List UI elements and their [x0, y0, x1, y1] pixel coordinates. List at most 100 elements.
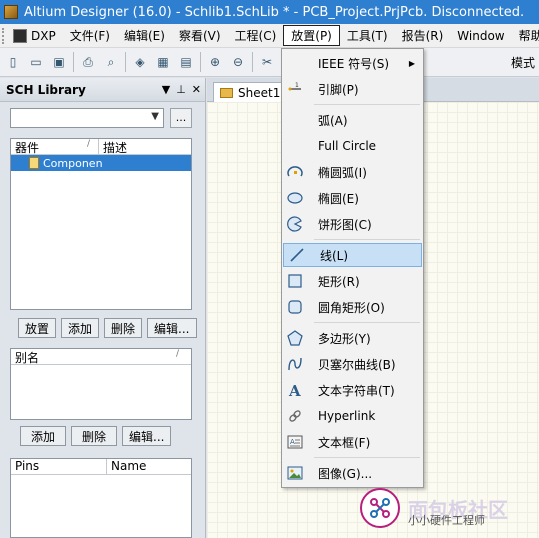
title-bar: Altium Designer (16.0) - Schlib1.SchLib … — [0, 0, 539, 24]
panel-title: SCH Library — [6, 82, 86, 97]
svg-text:A: A — [288, 382, 301, 398]
menubar-grip[interactable] — [2, 27, 4, 44]
submenu-arrow-icon: ▶ — [408, 58, 415, 68]
component-3d-icon[interactable]: ◈ — [131, 53, 149, 71]
open-folder-icon[interactable]: ▭ — [27, 53, 45, 71]
component-list[interactable]: 器件 / 描述 Componen — [10, 138, 192, 310]
menu-item-line[interactable]: 线(L) — [283, 243, 422, 267]
watermark-account: 小小硬件工程师 — [408, 514, 485, 527]
toolbar-separator — [73, 52, 74, 72]
window-title: Altium Designer (16.0) - Schlib1.SchLib … — [24, 4, 525, 20]
cut-icon[interactable]: ✂ — [258, 53, 276, 71]
panel-header: SCH Library ▼ ⊥ ✕ — [0, 78, 205, 102]
elliptical-arc-icon — [286, 163, 304, 181]
pin-panel-icon[interactable]: ⊥ — [176, 83, 186, 96]
new-document-icon[interactable]: ▯ — [4, 53, 22, 71]
menu-dxp[interactable]: DXP — [6, 25, 63, 46]
library-icon[interactable]: ▦ — [154, 53, 172, 71]
menu-item-pie[interactable]: 饼形图(C) — [282, 212, 423, 236]
menu-item-full-circle[interactable]: Full Circle — [282, 134, 423, 158]
toolbar-separator — [252, 52, 253, 72]
place-button[interactable]: 放置 — [18, 318, 57, 338]
place-menu: IEEE 符号(S) ▶ 1 引脚(P) 弧(A) Full Circle 椭圆… — [281, 48, 424, 488]
toolbar-separator — [200, 52, 201, 72]
delete-button[interactable]: 删除 — [104, 318, 143, 338]
menu-separator — [314, 457, 420, 458]
menu-item-arc[interactable]: 弧(A) — [282, 108, 423, 132]
round-rectangle-icon — [286, 298, 304, 316]
hyperlink-icon — [286, 407, 304, 425]
menu-item-bezier[interactable]: 贝塞尔曲线(B) — [282, 352, 423, 376]
add-button[interactable]: 添加 — [61, 318, 100, 338]
menu-item-text-frame[interactable]: A 文本框(F) — [282, 430, 423, 454]
panel-menu-icon[interactable]: ▼ — [162, 83, 170, 96]
column-alias[interactable]: 别名 / — [11, 349, 187, 365]
sort-icon: / — [175, 349, 179, 359]
component-buttons: 放置 添加 删除 编辑... — [18, 318, 197, 338]
pin-icon: 1 — [286, 80, 304, 98]
menu-tools[interactable]: 工具(T) — [340, 25, 395, 46]
menu-item-ieee-symbols[interactable]: IEEE 符号(S) ▶ — [282, 51, 423, 75]
component-list-header: 器件 / 描述 — [11, 139, 191, 155]
zoom-out-icon[interactable]: ⊖ — [229, 53, 247, 71]
menu-item-ellipse[interactable]: 椭圆(E) — [282, 186, 423, 210]
menu-separator — [314, 104, 420, 105]
alias-list[interactable]: 别名 / — [10, 348, 192, 420]
main-toolbar: ▯ ▭ ▣ ⎙ ⌕ ◈ ▦ ▤ ⊕ ⊖ ✂ 模式 — [0, 48, 539, 77]
image-icon — [286, 464, 304, 482]
browse-button[interactable]: ... — [170, 108, 192, 128]
alias-edit-button[interactable]: 编辑... — [122, 426, 172, 446]
column-description[interactable]: 描述 — [99, 139, 127, 155]
menu-item-round-rectangle[interactable]: 圆角矩形(O) — [282, 295, 423, 319]
svg-text:1: 1 — [295, 82, 299, 89]
menu-item-hyperlink[interactable]: Hyperlink — [282, 404, 423, 428]
edit-button[interactable]: 编辑... — [147, 318, 197, 338]
menu-separator — [314, 239, 420, 240]
text-icon: A — [286, 381, 304, 399]
close-panel-icon[interactable]: ✕ — [192, 83, 201, 96]
pcb-icon[interactable]: ▤ — [177, 53, 195, 71]
menu-project[interactable]: 工程(C) — [228, 25, 284, 46]
watermark-logo-icon — [360, 488, 400, 528]
column-component[interactable]: 器件 / — [11, 139, 99, 155]
column-name[interactable]: Name — [107, 459, 146, 474]
print-preview-icon[interactable]: ⌕ — [102, 53, 120, 71]
zoom-in-icon[interactable]: ⊕ — [206, 53, 224, 71]
ellipse-icon — [286, 189, 304, 207]
menu-view[interactable]: 察看(V) — [172, 25, 228, 46]
line-icon — [288, 246, 306, 264]
component-row[interactable]: Componen — [11, 155, 191, 171]
bezier-icon — [286, 355, 304, 373]
rectangle-icon — [286, 272, 304, 290]
menu-help[interactable]: 帮助 — [512, 25, 539, 46]
menu-item-elliptical-arc[interactable]: 椭圆弧(I) — [282, 160, 423, 184]
chevron-down-icon[interactable]: ▼ — [151, 111, 159, 122]
pie-icon — [286, 215, 304, 233]
menu-window[interactable]: Window — [450, 25, 511, 46]
pins-list[interactable]: Pins Name — [10, 458, 192, 538]
menu-item-pin[interactable]: 1 引脚(P) — [282, 77, 423, 101]
sch-library-panel: SCH Library ▼ ⊥ ✕ ▼ ... 器件 / 描述 Componen … — [0, 78, 206, 538]
column-pins[interactable]: Pins — [11, 459, 107, 474]
mode-label[interactable]: 模式 — [511, 54, 535, 71]
print-icon[interactable]: ⎙ — [79, 53, 97, 71]
watermark: 面包板社区 小小硬件工程师 — [360, 482, 536, 534]
menu-edit[interactable]: 编辑(E) — [117, 25, 172, 46]
menu-place[interactable]: 放置(P) — [283, 25, 340, 46]
component-name: Componen — [43, 156, 103, 170]
altium-app-icon — [4, 5, 18, 19]
text-frame-icon: A — [286, 433, 304, 451]
pins-list-header: Pins Name — [11, 459, 191, 475]
toolbar-separator — [125, 52, 126, 72]
menu-reports[interactable]: 报告(R) — [395, 25, 451, 46]
menu-file[interactable]: 文件(F) — [63, 25, 117, 46]
alias-delete-button[interactable]: 删除 — [71, 426, 118, 446]
menu-item-text-string[interactable]: A 文本字符串(T) — [282, 378, 423, 402]
menu-item-polygon[interactable]: 多边形(Y) — [282, 326, 423, 350]
library-search-combo[interactable]: ▼ — [10, 108, 164, 128]
svg-text:A: A — [290, 438, 295, 446]
menu-item-rectangle[interactable]: 矩形(R) — [282, 269, 423, 293]
save-icon[interactable]: ▣ — [50, 53, 68, 71]
alias-add-button[interactable]: 添加 — [20, 426, 67, 446]
alias-buttons: 添加 删除 编辑... — [20, 426, 172, 446]
